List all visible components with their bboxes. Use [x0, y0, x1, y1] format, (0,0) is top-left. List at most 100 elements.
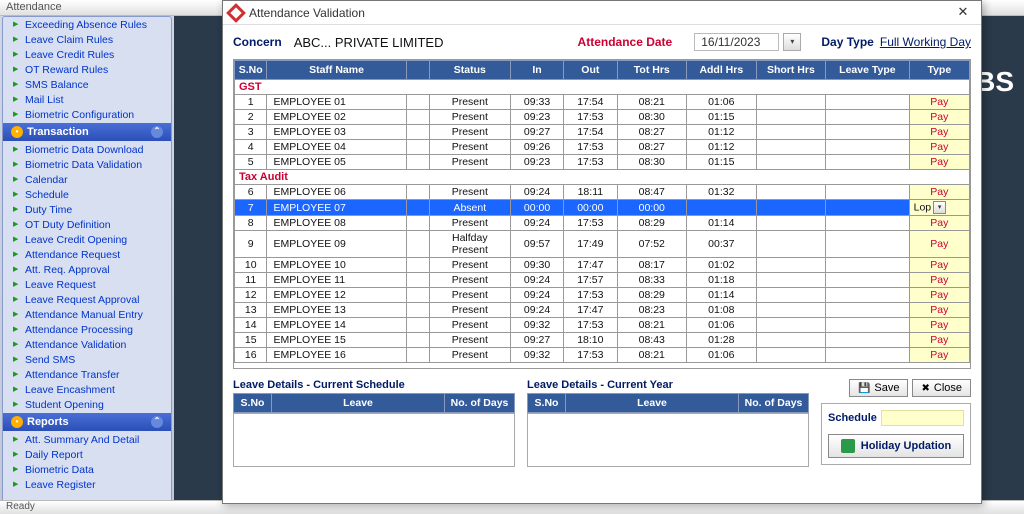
table-row[interactable]: 10EMPLOYEE 10Present09:3017:4708:1701:02… [235, 258, 970, 273]
type-cell[interactable]: Pay [909, 155, 969, 170]
sidebar-item[interactable]: OT Reward Rules [3, 62, 171, 77]
collapse-icon[interactable]: ⌃ [151, 126, 163, 138]
sidebar-item[interactable]: Leave Request Approval [3, 292, 171, 307]
sidebar-item[interactable]: Schedule [3, 187, 171, 202]
column-header[interactable]: Out [564, 61, 617, 80]
cell [826, 200, 909, 216]
sidebar-item[interactable]: Leave Register [3, 477, 171, 492]
day-type-value[interactable]: Full Working Day [880, 35, 971, 49]
table-row[interactable]: 13EMPLOYEE 13Present09:2417:4708:2301:08… [235, 303, 970, 318]
cell: 08:21 [617, 318, 687, 333]
column-header[interactable]: Status [429, 61, 510, 80]
collapse-icon[interactable]: ⌃ [151, 416, 163, 428]
cell: Present [429, 288, 510, 303]
type-cell[interactable]: Pay [909, 216, 969, 231]
column-header[interactable]: Staff Name [267, 61, 406, 80]
type-cell[interactable]: Lop▾ [909, 200, 969, 216]
column-header[interactable]: Addl Hrs [687, 61, 757, 80]
type-cell[interactable]: Pay [909, 185, 969, 200]
attendance-date-field[interactable]: 16/11/2023 [694, 33, 779, 51]
sidebar-item[interactable]: Mail List [3, 92, 171, 107]
column-header[interactable] [406, 61, 429, 80]
table-row[interactable]: 9EMPLOYEE 09Halfday Present09:5717:4907:… [235, 231, 970, 258]
table-row[interactable]: 8EMPLOYEE 08Present09:2417:5308:2901:14P… [235, 216, 970, 231]
cell: 09:26 [510, 140, 563, 155]
type-cell[interactable]: Pay [909, 288, 969, 303]
table-row[interactable]: 4EMPLOYEE 04Present09:2617:5308:2701:12P… [235, 140, 970, 155]
sidebar-item[interactable]: Leave Claim Rules [3, 32, 171, 47]
cell [826, 258, 909, 273]
table-row[interactable]: 3EMPLOYEE 03Present09:2717:5408:2701:12P… [235, 125, 970, 140]
sidebar-item[interactable]: OT Duty Definition [3, 217, 171, 232]
sidebar-item[interactable]: Attendance Transfer [3, 367, 171, 382]
sidebar-item[interactable]: Daily Report [3, 447, 171, 462]
cell: Present [429, 273, 510, 288]
table-row[interactable]: 5EMPLOYEE 05Present09:2317:5308:3001:15P… [235, 155, 970, 170]
schedule-label: Schedule [828, 412, 877, 424]
type-cell[interactable]: Pay [909, 273, 969, 288]
table-row[interactable]: 16EMPLOYEE 16Present09:3217:5308:2101:06… [235, 348, 970, 363]
sidebar-group-header[interactable]: •Transaction⌃ [3, 123, 171, 141]
type-cell[interactable]: Pay [909, 231, 969, 258]
cell [756, 125, 826, 140]
table-row[interactable]: 11EMPLOYEE 11Present09:2417:5708:3301:18… [235, 273, 970, 288]
sidebar-item[interactable]: SMS Balance [3, 77, 171, 92]
holiday-updation-button[interactable]: Holiday Updation [828, 434, 964, 458]
column-header[interactable]: S.No [235, 61, 267, 80]
sidebar-item[interactable]: Send SMS [3, 352, 171, 367]
cell: 2 [235, 110, 267, 125]
table-row[interactable]: 6EMPLOYEE 06Present09:2418:1108:4701:32P… [235, 185, 970, 200]
cell: 01:06 [687, 318, 757, 333]
table-row[interactable]: 7EMPLOYEE 07Absent00:0000:0000:00Lop▾ [235, 200, 970, 216]
sidebar-item[interactable]: Calendar [3, 172, 171, 187]
holiday-updation-label: Holiday Updation [861, 440, 951, 452]
sidebar-item[interactable]: Biometric Data Validation [3, 157, 171, 172]
type-cell[interactable]: Pay [909, 110, 969, 125]
table-row[interactable]: 14EMPLOYEE 14Present09:3217:5308:2101:06… [235, 318, 970, 333]
type-cell[interactable]: Pay [909, 303, 969, 318]
type-cell[interactable]: Pay [909, 258, 969, 273]
attendance-grid[interactable]: S.NoStaff Name StatusInOutTot HrsAddl Hrs… [233, 59, 971, 369]
type-cell[interactable]: Pay [909, 318, 969, 333]
sidebar-item[interactable]: Attendance Validation [3, 337, 171, 352]
sidebar-item[interactable]: Leave Encashment [3, 382, 171, 397]
schedule-field[interactable] [881, 410, 964, 426]
sidebar-item[interactable]: Attendance Processing [3, 322, 171, 337]
sidebar-item[interactable]: Leave Credit Opening [3, 232, 171, 247]
sidebar-item[interactable]: Biometric Data [3, 462, 171, 477]
sidebar-item[interactable]: Att. Summary And Detail [3, 432, 171, 447]
cell: 08:27 [617, 125, 687, 140]
sidebar-group-header[interactable]: •Reports⌃ [3, 413, 171, 431]
sidebar-item[interactable]: Attendance Request [3, 247, 171, 262]
type-cell[interactable]: Pay [909, 95, 969, 110]
column-header[interactable]: In [510, 61, 563, 80]
column-header[interactable]: Tot Hrs [617, 61, 687, 80]
cell: 01:12 [687, 125, 757, 140]
dropdown-icon[interactable]: ▾ [933, 201, 946, 214]
sidebar-item[interactable]: Leave Request [3, 277, 171, 292]
sidebar-item[interactable]: Att. Req. Approval [3, 262, 171, 277]
column-header[interactable]: Type [909, 61, 969, 80]
column-header[interactable]: Leave Type [826, 61, 909, 80]
sidebar-item[interactable]: Student Opening [3, 397, 171, 412]
type-cell[interactable]: Pay [909, 125, 969, 140]
type-cell[interactable]: Pay [909, 348, 969, 363]
table-row[interactable]: 15EMPLOYEE 15Present09:2718:1008:4301:28… [235, 333, 970, 348]
column-header[interactable]: Short Hrs [756, 61, 826, 80]
close-icon[interactable]: ✕ [951, 4, 975, 22]
type-cell[interactable]: Pay [909, 333, 969, 348]
cell: 09:32 [510, 318, 563, 333]
sidebar-item[interactable]: Duty Time [3, 202, 171, 217]
type-cell[interactable]: Pay [909, 140, 969, 155]
sidebar-item[interactable]: Biometric Configuration [3, 107, 171, 122]
save-button[interactable]: 💾Save [849, 379, 909, 397]
sidebar-item[interactable]: Leave Credit Rules [3, 47, 171, 62]
close-button[interactable]: ✖Close [912, 379, 971, 397]
sidebar-item[interactable]: Exceeding Absence Rules [3, 17, 171, 32]
table-row[interactable]: 2EMPLOYEE 02Present09:2317:5308:3001:15P… [235, 110, 970, 125]
table-row[interactable]: 12EMPLOYEE 12Present09:2417:5308:2901:14… [235, 288, 970, 303]
sidebar-item[interactable]: Attendance Manual Entry [3, 307, 171, 322]
table-row[interactable]: 1EMPLOYEE 01Present09:3317:5408:2101:06P… [235, 95, 970, 110]
sidebar-item[interactable]: Biometric Data Download [3, 142, 171, 157]
date-dropdown-icon[interactable]: ▾ [783, 33, 801, 51]
